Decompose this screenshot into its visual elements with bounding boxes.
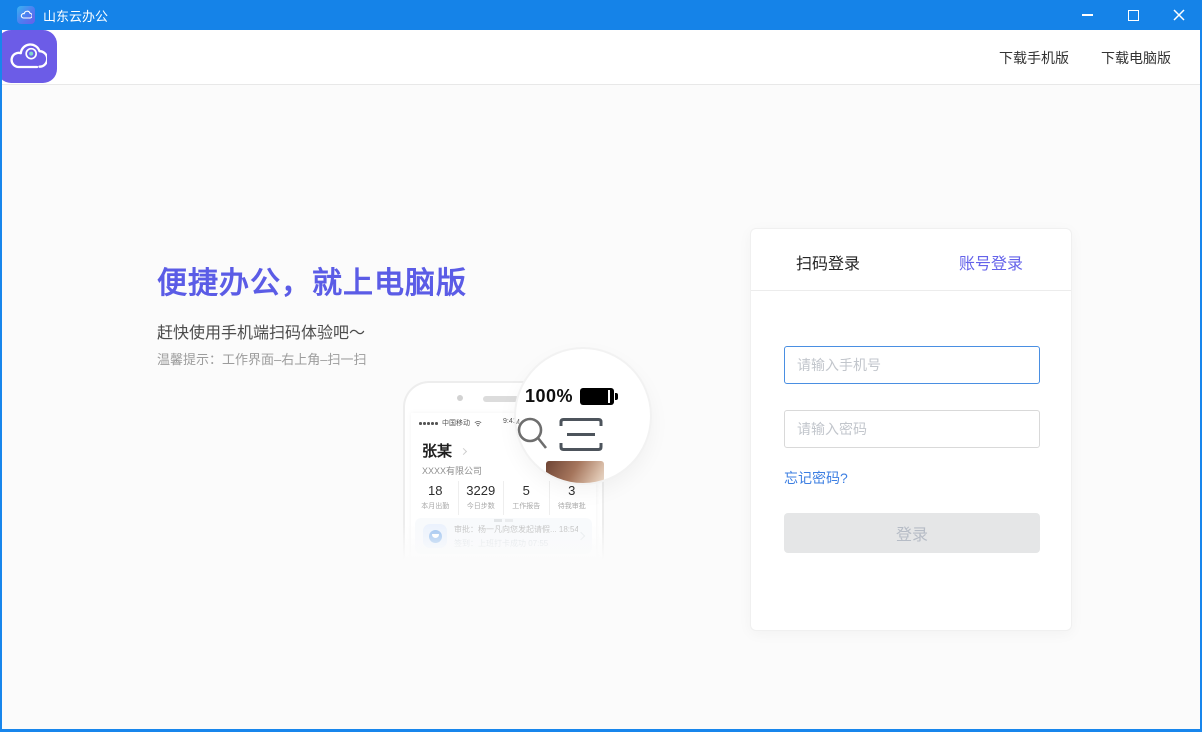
- search-icon: [516, 415, 548, 457]
- close-button[interactable]: [1156, 0, 1202, 30]
- cloud-logo-icon: [7, 41, 47, 73]
- phone-fade-mask: [396, 524, 612, 570]
- minimize-icon: [1082, 14, 1093, 16]
- header-links: 下载手机版 下载电脑版: [999, 30, 1171, 85]
- login-tabs: 扫码登录 账号登录: [751, 229, 1071, 291]
- carrier-label: 中国移动: [442, 418, 470, 428]
- battery-percent: 100%: [525, 386, 573, 407]
- chevron-right-icon: [460, 448, 467, 455]
- forgot-password-link[interactable]: 忘记密码?: [784, 468, 848, 488]
- banner-photo: [546, 461, 604, 483]
- window-border-left: [0, 30, 2, 732]
- app-window: 山东云办公 下载手机版 下载电脑版 便捷办公，就上电脑版 赶快使用手机端扫码体验…: [0, 0, 1202, 732]
- window-controls: [1064, 0, 1202, 30]
- maximize-icon: [1128, 10, 1139, 21]
- stat-value: 3229: [459, 483, 504, 498]
- hero-section: 便捷办公，就上电脑版 赶快使用手机端扫码体验吧～ 温馨提示：工作界面–右上角–扫…: [157, 266, 467, 369]
- tab-scan-login[interactable]: 扫码登录: [796, 250, 860, 274]
- maximize-button[interactable]: [1110, 0, 1156, 30]
- close-icon: [1173, 9, 1185, 21]
- battery-icon: [580, 388, 614, 405]
- stat-value: 18: [413, 483, 458, 498]
- scan-icon: [558, 413, 604, 457]
- password-input[interactable]: [784, 410, 1040, 448]
- download-mobile-link[interactable]: 下载手机版: [999, 48, 1069, 68]
- phone-number-input[interactable]: [784, 346, 1040, 384]
- signal-dots-icon: [419, 420, 439, 427]
- magnifier-loupe: 9:41 AM 100%: [516, 349, 650, 483]
- phone-user-name: 张某: [422, 440, 466, 461]
- hero-hint: 温馨提示：工作界面–右上角–扫一扫: [157, 351, 467, 369]
- download-desktop-link[interactable]: 下载电脑版: [1101, 48, 1171, 68]
- login-card: 扫码登录 账号登录 忘记密码? 登录: [750, 228, 1072, 631]
- wifi-icon: [474, 420, 482, 427]
- cloud-icon: [20, 10, 32, 20]
- phone-speaker: [483, 396, 519, 402]
- tab-account-login[interactable]: 账号登录: [959, 250, 1023, 274]
- hero-subtitle: 赶快使用手机端扫码体验吧～: [157, 323, 467, 345]
- brand-logo: [0, 30, 57, 83]
- titlebar: 山东云办公: [0, 0, 1202, 30]
- stat-value: 3: [550, 483, 595, 498]
- minimize-button[interactable]: [1064, 0, 1110, 30]
- hero-headline: 便捷办公，就上电脑版: [157, 266, 467, 302]
- login-button[interactable]: 登录: [784, 513, 1040, 553]
- header: 下载手机版 下载电脑版: [0, 30, 1202, 85]
- phone-camera-icon: [457, 395, 463, 401]
- phone-company: XXXX有限公司: [422, 464, 482, 477]
- window-title: 山东云办公: [43, 6, 108, 25]
- stat-value: 5: [504, 483, 549, 498]
- phone-user-name-text: 张某: [422, 443, 452, 460]
- app-logo-icon: [17, 6, 35, 24]
- battery-row: 100%: [525, 386, 614, 407]
